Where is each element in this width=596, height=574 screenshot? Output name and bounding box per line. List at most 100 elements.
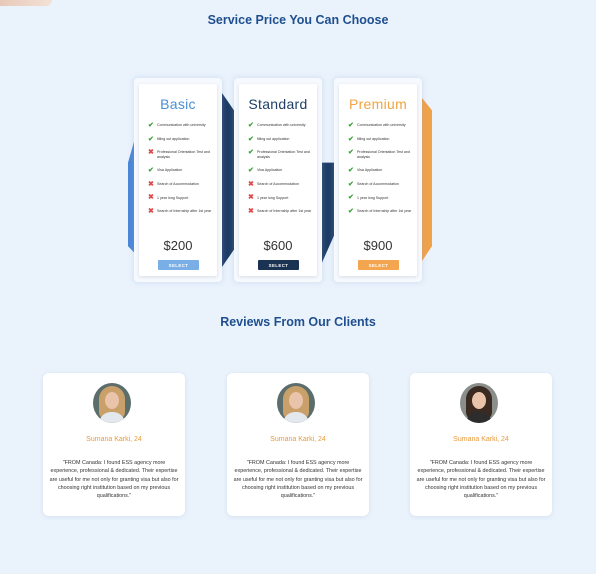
feature-text: Search of Accommodation (357, 181, 399, 186)
feature-list: ✔ Communication with university ✔ filling … (248, 122, 318, 222)
feature-text: Search of Accommodation (257, 181, 299, 186)
standard-left-wing-decoration (222, 93, 234, 267)
select-premium-button[interactable]: SELECT (358, 260, 399, 270)
feature-text: Visa Application (257, 168, 283, 173)
feature-text: Professional Orientation Test and analys… (157, 150, 210, 159)
check-icon: ✔ (348, 180, 354, 188)
plan-card-premium: Premium ✔ Communication with university ✔… (334, 78, 422, 282)
check-icon: ✔ (348, 135, 354, 143)
feature-list: ✔ Communication with university ✔ filling … (348, 122, 418, 222)
feature-item: ✔ filling out application (348, 136, 418, 150)
feature-item: ✔ Communication with university (348, 122, 418, 136)
review-card: Sumana Karki, 24 "FROM Canada: I found E… (43, 373, 185, 516)
feature-text: Search of Accommodation (157, 181, 199, 186)
review-quote: "FROM Canada: I found ESS agency more ex… (416, 460, 546, 500)
feature-item: ✔ Search of Internship after 1st year (348, 208, 418, 222)
avatar (460, 383, 498, 423)
reviewer-name: Sumana Karki, 24 (453, 436, 509, 443)
feature-item: ✖ Search of Accommodation (148, 181, 218, 195)
plan-card-basic: Basic ✔ Communication with university ✔ fi… (134, 78, 222, 282)
feature-text: Communication with university (257, 123, 306, 128)
feature-item: ✖ Search of Internship after 1st year (248, 208, 318, 222)
feature-text: filling out application (357, 136, 390, 141)
plan-price: $200 (163, 238, 193, 253)
check-icon: ✔ (348, 194, 354, 202)
check-icon: ✔ (148, 122, 154, 129)
feature-item: ✔ Search of Accommodation (348, 181, 418, 195)
feature-text: Search of Internship after 1st year (357, 209, 412, 214)
check-icon: ✔ (148, 167, 154, 175)
feature-item: ✔ 1 year long Support (348, 194, 418, 208)
plan-card-face: Basic ✔ Communication with university ✔ fi… (139, 84, 217, 276)
feature-text: Search of Internship after 1st year (257, 209, 312, 214)
feature-item: ✔ Visa Application (148, 167, 218, 181)
reviewer-name: Sumana Karki, 24 (270, 436, 326, 443)
feature-item: ✔ Communication with university (248, 122, 318, 136)
check-icon: ✔ (348, 207, 354, 215)
review-quote: "FROM Canada: I found ESS agency more ex… (49, 460, 179, 500)
pricing-section-title: Service Price You Can Choose (207, 13, 389, 27)
check-icon: ✔ (248, 135, 254, 143)
feature-text: Communication with university (157, 123, 206, 128)
feature-text: filling out application (157, 136, 190, 141)
cross-icon: ✖ (148, 149, 154, 157)
review-card: Sumana Karki, 24 "FROM Canada: I found E… (410, 373, 552, 516)
check-icon: ✔ (148, 135, 154, 143)
plan-card-standard: Standard ✔ Communication with university … (234, 78, 322, 282)
feature-item: ✔ Communication with university (148, 122, 218, 136)
feature-item: ✔ filling out application (148, 136, 218, 150)
feature-item: ✔ Professional Orientation Test and analy… (348, 149, 418, 167)
check-icon: ✔ (248, 149, 254, 157)
feature-list: ✔ Communication with university ✔ filling … (148, 122, 218, 222)
cross-icon: ✖ (248, 207, 254, 215)
check-icon: ✔ (348, 167, 354, 175)
select-basic-button[interactable]: SELECT (158, 260, 199, 270)
standard-right-wing-decoration (320, 162, 334, 267)
corner-decoration (0, 0, 52, 6)
plan-name: Basic (160, 96, 196, 112)
plan-card-face: Standard ✔ Communication with university … (239, 84, 317, 276)
feature-text: Search of Internship after 1st year (157, 209, 212, 214)
feature-item: ✖ Search of Internship after 1st year (148, 208, 218, 222)
feature-text: Professional Orientation Test and analys… (357, 150, 410, 159)
cross-icon: ✖ (248, 194, 254, 202)
feature-item: ✔ Professional Orientation Test and analy… (248, 149, 318, 167)
check-icon: ✔ (248, 122, 254, 129)
feature-text: 1 year long Support (257, 195, 289, 200)
feature-item: ✔ Visa Application (248, 167, 318, 181)
feature-item: ✔ filling out application (248, 136, 318, 150)
feature-item: ✖ 1 year long Support (148, 194, 218, 208)
avatar-face (472, 392, 486, 409)
avatar-face (105, 392, 119, 409)
feature-text: Communication with university (357, 123, 406, 128)
cross-icon: ✖ (148, 207, 154, 215)
reviewer-name: Sumana Karki, 24 (86, 436, 142, 443)
feature-text: 1 year long Support (357, 195, 389, 200)
cross-icon: ✖ (148, 180, 154, 188)
avatar-face (289, 392, 303, 409)
review-quote: "FROM Canada: I found ESS agency more ex… (233, 460, 363, 500)
avatar (277, 383, 315, 423)
plan-name: Premium (348, 96, 408, 112)
select-standard-button[interactable]: SELECT (258, 260, 299, 270)
review-card: Sumana Karki, 24 "FROM Canada: I found E… (227, 373, 369, 516)
plan-price: $600 (263, 238, 293, 253)
feature-text: filling out application (257, 136, 290, 141)
feature-text: Visa Application (157, 168, 183, 173)
feature-text: Visa Application (357, 168, 383, 173)
check-icon: ✔ (348, 122, 354, 129)
plan-price: $900 (363, 238, 393, 253)
feature-item: ✖ Search of Accommodation (248, 181, 318, 195)
feature-item: ✖ 1 year long Support (248, 194, 318, 208)
plan-card-face: Premium ✔ Communication with university ✔… (339, 84, 417, 276)
check-icon: ✔ (248, 167, 254, 175)
feature-item: ✖ Professional Orientation Test and analy… (148, 149, 218, 167)
feature-text: 1 year long Support (157, 195, 189, 200)
plan-name: Standard (248, 96, 308, 112)
feature-text: Professional Orientation Test and analys… (257, 150, 310, 159)
cross-icon: ✖ (148, 194, 154, 202)
reviews-section-title: Reviews From Our Clients (220, 315, 376, 329)
feature-item: ✔ Visa Application (348, 167, 418, 181)
check-icon: ✔ (348, 149, 354, 157)
pricing-cards: Basic ✔ Communication with university ✔ fi… (128, 78, 432, 282)
